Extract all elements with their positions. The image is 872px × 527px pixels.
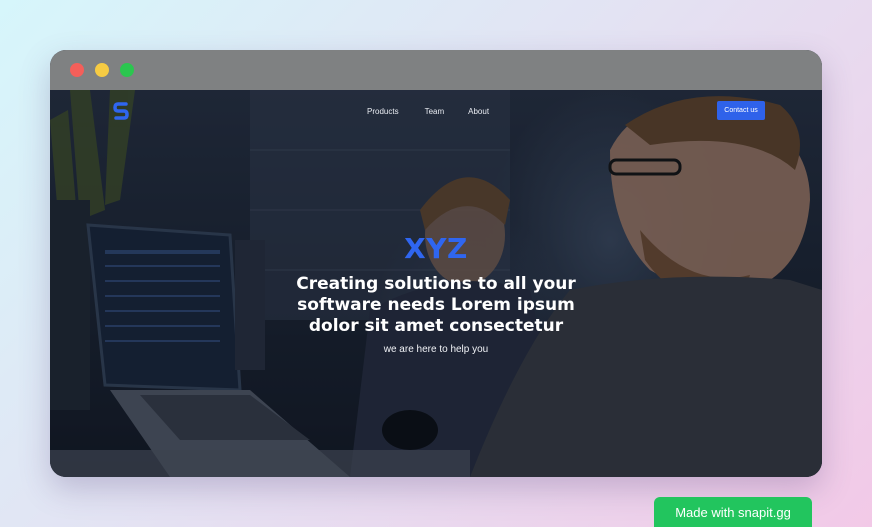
brand-title: XYZ [404,232,468,265]
hero-subline: we are here to help you [383,344,489,355]
contact-us-button[interactable]: Contact us [717,101,765,120]
browser-window: Products Team About Contact us XYZ Creat… [50,50,822,477]
hero-content: XYZ Creating solutions to all your softw… [50,232,822,355]
nav-link-team[interactable]: Team [425,107,445,116]
nav-link-products[interactable]: Products [367,107,399,116]
made-with-badge[interactable]: Made with snapit.gg [654,497,812,527]
nav-link-about[interactable]: About [468,107,489,116]
hero-headline: Creating solutions to all your software … [296,274,576,336]
window-titlebar [50,50,822,90]
close-window-button[interactable] [70,63,84,77]
hero-section: Products Team About Contact us XYZ Creat… [50,90,822,477]
minimize-window-button[interactable] [95,63,109,77]
s-logo-icon[interactable] [113,101,129,121]
main-nav: Products Team About [367,107,489,116]
maximize-window-button[interactable] [120,63,134,77]
